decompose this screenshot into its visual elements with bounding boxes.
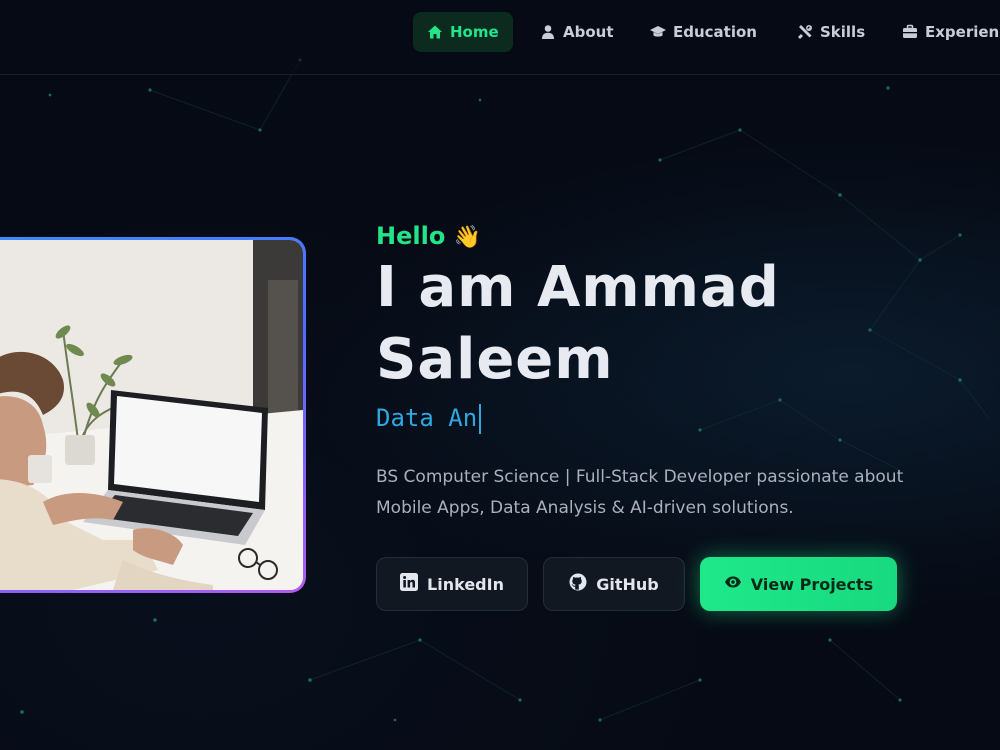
view-projects-button-label: View Projects <box>750 574 874 594</box>
nav-item-about[interactable]: About <box>526 12 628 52</box>
profile-photo-frame <box>0 237 306 593</box>
eye-icon <box>724 573 742 595</box>
github-button-label: GitHub <box>596 574 659 594</box>
github-icon <box>569 573 587 595</box>
user-icon <box>540 24 556 40</box>
bio-line-2: Mobile Apps, Data Analysis & AI-driven s… <box>376 498 794 518</box>
hero-name-heading: I am Ammad Saleem <box>376 252 1000 396</box>
nav-item-label: Home <box>450 23 499 41</box>
hero-name-line-1: I am Ammad <box>376 255 780 320</box>
top-navbar: Home About Education Skills Experience <box>0 0 1000 75</box>
greeting-text: Hello 👋 <box>376 222 481 250</box>
nav-item-label: Skills <box>820 23 866 41</box>
github-button[interactable]: GitHub <box>543 557 685 611</box>
graduation-cap-icon <box>650 24 666 40</box>
hero-name-line-2: Saleem <box>376 327 614 392</box>
nav-item-label: About <box>563 23 614 41</box>
nav-item-skills[interactable]: Skills <box>783 12 879 52</box>
bio-text: BS Computer Science | Full-Stack Develop… <box>376 462 976 524</box>
greeting-label: Hello <box>376 222 446 250</box>
tools-icon <box>797 24 813 40</box>
waving-hand-icon: 👋 <box>453 225 482 250</box>
profile-photo <box>0 240 303 590</box>
linkedin-button[interactable]: LinkedIn <box>376 557 528 611</box>
linkedin-icon <box>400 573 419 595</box>
briefcase-icon <box>902 24 918 40</box>
typing-role-text: Data An <box>376 404 482 434</box>
nav-item-label: Education <box>673 23 757 41</box>
home-icon <box>427 24 443 40</box>
typing-caret <box>479 404 482 434</box>
nav-item-home[interactable]: Home <box>413 12 513 52</box>
nav-item-label: Experience <box>925 23 1000 41</box>
linkedin-button-label: LinkedIn <box>427 574 504 594</box>
portfolio-page: Home About Education Skills Experience <box>0 0 1000 750</box>
nav-item-experience[interactable]: Experience <box>888 12 1000 52</box>
bio-line-1: BS Computer Science | Full-Stack Develop… <box>376 467 904 487</box>
view-projects-button[interactable]: View Projects <box>700 557 897 611</box>
nav-item-education[interactable]: Education <box>636 12 771 52</box>
typing-role-value: Data An <box>376 404 478 432</box>
